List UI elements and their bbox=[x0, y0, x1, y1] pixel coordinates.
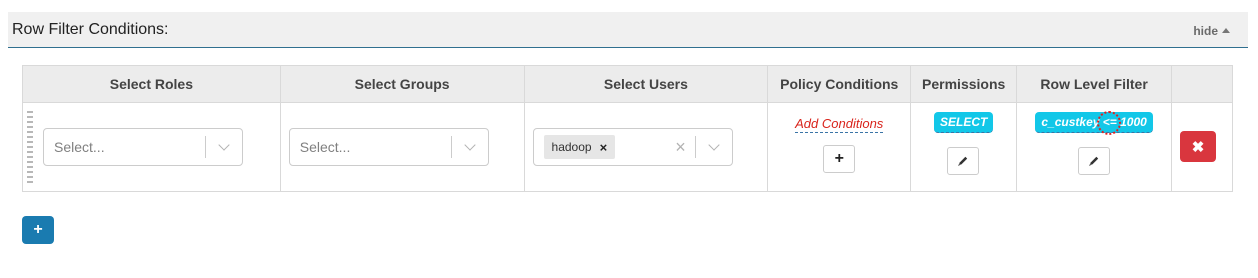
edit-permissions-button[interactable] bbox=[947, 147, 980, 175]
groups-dropdown-toggle[interactable] bbox=[452, 129, 488, 165]
table-row: Select... Select... hadoop × × Add Condi… bbox=[22, 102, 1233, 192]
plus-icon: + bbox=[33, 221, 43, 238]
header-select-roles: Select Roles bbox=[22, 65, 281, 103]
add-condition-button[interactable]: + bbox=[823, 145, 856, 173]
pencil-icon bbox=[958, 156, 968, 166]
user-tag-label: hadoop bbox=[551, 140, 592, 154]
header-actions bbox=[1171, 65, 1233, 103]
drag-handle-icon[interactable] bbox=[27, 111, 33, 183]
close-icon: ✖ bbox=[1191, 138, 1205, 156]
caret-up-icon bbox=[1222, 28, 1230, 33]
plus-icon: + bbox=[834, 150, 844, 167]
edit-row-filter-button[interactable] bbox=[1078, 147, 1111, 175]
delete-row-button[interactable]: ✖ bbox=[1180, 131, 1217, 162]
clear-selection-icon[interactable]: × bbox=[667, 137, 695, 158]
permissions-cell: SELECT bbox=[910, 102, 1018, 192]
user-tag: hadoop × bbox=[543, 135, 616, 159]
users-cell: hadoop × × bbox=[523, 102, 769, 192]
hide-label: hide bbox=[1193, 24, 1218, 38]
users-select[interactable]: hadoop × × bbox=[532, 128, 733, 166]
permission-badge[interactable]: SELECT bbox=[934, 112, 994, 133]
roles-cell: Select... bbox=[22, 102, 281, 192]
header-row-level-filter: Row Level Filter bbox=[1016, 65, 1173, 103]
policy-conditions-cell: Add Conditions + bbox=[767, 102, 912, 192]
roles-placeholder: Select... bbox=[54, 139, 105, 155]
add-row-button[interactable]: + bbox=[22, 216, 54, 244]
row-filter-table: Select Roles Select Groups Select Users … bbox=[22, 65, 1233, 192]
roles-dropdown-toggle[interactable] bbox=[206, 129, 242, 165]
users-dropdown-toggle[interactable] bbox=[696, 129, 732, 165]
tag-remove-icon[interactable]: × bbox=[600, 140, 608, 155]
highlight-circle bbox=[1097, 111, 1122, 135]
header-select-users: Select Users bbox=[523, 65, 769, 103]
roles-select[interactable]: Select... bbox=[43, 128, 243, 166]
header-select-groups: Select Groups bbox=[279, 65, 525, 103]
chevron-down-icon bbox=[218, 139, 230, 151]
header-permissions: Permissions bbox=[910, 65, 1018, 103]
panel-title: Row Filter Conditions: bbox=[12, 21, 169, 38]
hide-toggle[interactable]: hide bbox=[1193, 24, 1230, 38]
groups-placeholder: Select... bbox=[299, 139, 351, 155]
actions-cell: ✖ bbox=[1171, 102, 1233, 192]
header-policy-conditions: Policy Conditions bbox=[767, 65, 912, 103]
row-filter-badge[interactable]: c_custkey <= 1000 bbox=[1035, 112, 1153, 133]
chevron-down-icon bbox=[707, 139, 720, 151]
add-conditions-link[interactable]: Add Conditions bbox=[795, 116, 884, 133]
panel-header: Row Filter Conditions: hide bbox=[8, 12, 1248, 48]
pencil-icon bbox=[1089, 156, 1099, 166]
chevron-down-icon bbox=[464, 139, 476, 151]
groups-select[interactable]: Select... bbox=[288, 128, 489, 166]
row-level-filter-cell: c_custkey <= 1000 bbox=[1016, 102, 1173, 192]
groups-cell: Select... bbox=[279, 102, 525, 192]
